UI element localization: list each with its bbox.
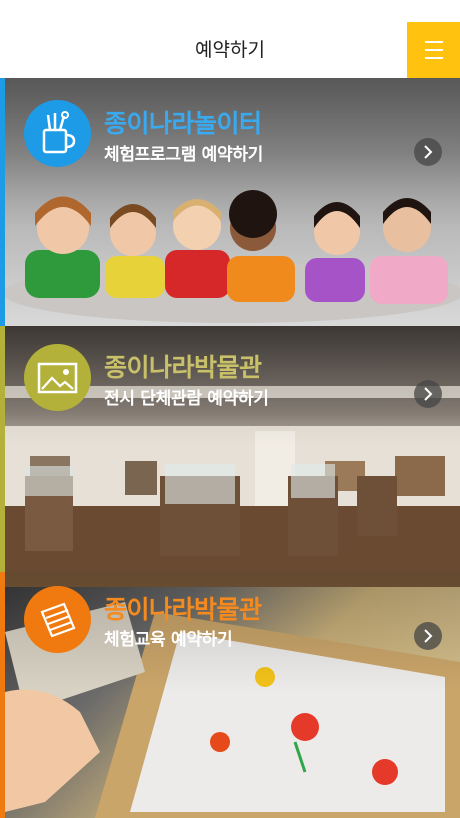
panel-arrow-button[interactable]	[414, 138, 442, 166]
panel-title: 종이나라놀이터	[104, 109, 262, 138]
picture-frame-icon-circle	[24, 344, 91, 411]
app-header: 예약하기	[0, 0, 460, 78]
chevron-right-icon	[424, 387, 433, 401]
page-title: 예약하기	[195, 39, 265, 61]
panel-arrow-button[interactable]	[414, 380, 442, 408]
panel-title: 종이나라박물관	[104, 353, 262, 382]
craft-tools-cup-icon-circle	[24, 100, 91, 167]
panel-subtitle: 전시 단체관람 예약하기	[104, 389, 269, 409]
playground-program-panel[interactable]: 종이나라놀이터 체험프로그램 예약하기	[0, 78, 460, 326]
paper-sheets-icon	[40, 602, 76, 638]
education-program-panel[interactable]: 종이나라박물관 체험교육 예약하기	[0, 572, 460, 818]
panel-arrow-button[interactable]	[414, 622, 442, 650]
panel-title: 종이나라박물관	[104, 595, 262, 624]
panel-subtitle: 체험프로그램 예약하기	[104, 145, 264, 165]
hamburger-menu-icon	[425, 41, 443, 43]
paper-sheets-icon-circle	[24, 586, 91, 653]
craft-tools-cup-icon	[42, 111, 76, 154]
menu-button[interactable]	[407, 22, 460, 78]
chevron-right-icon	[424, 145, 433, 159]
panel-subtitle: 체험교육 예약하기	[104, 630, 233, 650]
chevron-right-icon	[424, 629, 433, 643]
museum-exhibition-panel[interactable]: 종이나라박물관 전시 단체관람 예약하기	[0, 326, 460, 572]
picture-frame-icon	[37, 362, 78, 394]
